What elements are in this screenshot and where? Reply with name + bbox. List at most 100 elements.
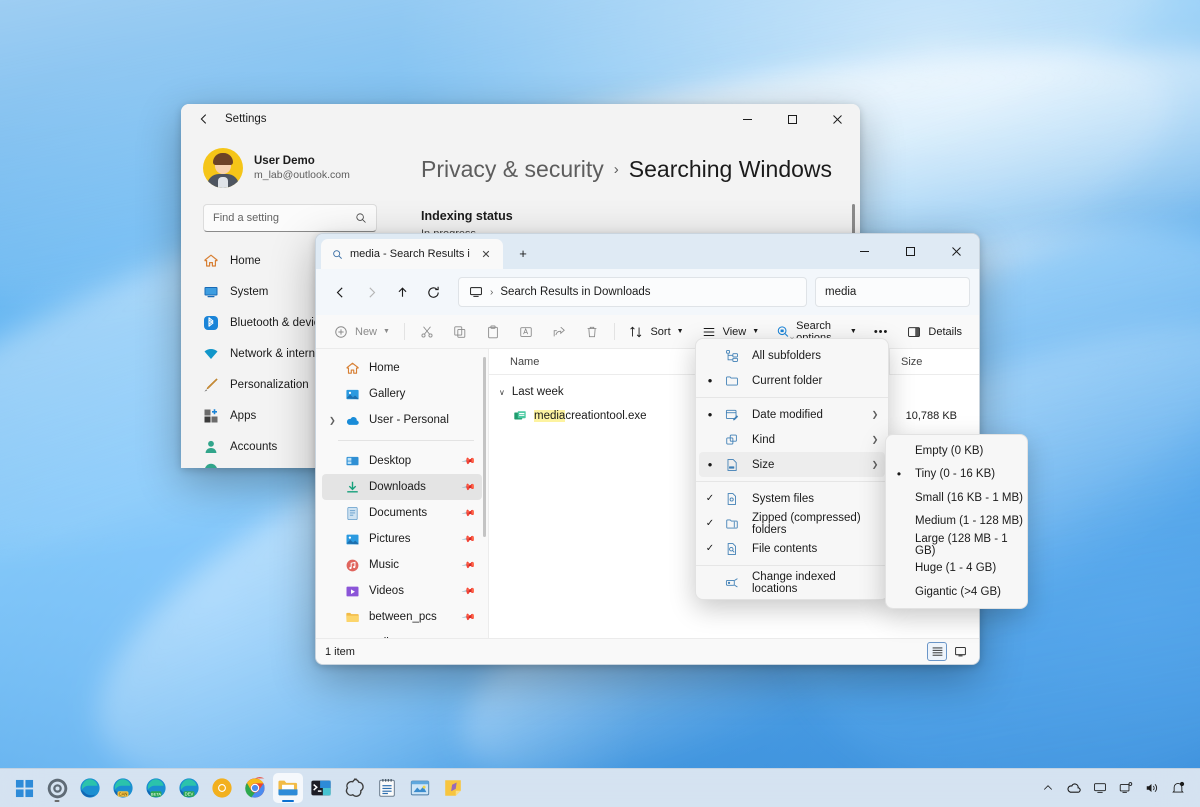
taskbar-chatgpt[interactable] (339, 773, 369, 803)
taskbar-settings-app[interactable] (42, 773, 72, 803)
rename-button[interactable] (510, 318, 542, 346)
sidebar-item-label: System (230, 286, 268, 298)
taskbar-paint[interactable] (405, 773, 435, 803)
taskbar-chrome-browser[interactable] (240, 773, 270, 803)
nav-item-gallery[interactable]: Gallery (322, 381, 482, 407)
taskbar-file-explorer[interactable] (273, 773, 303, 803)
refresh-button[interactable] (418, 277, 448, 307)
menu-item-file-contents[interactable]: ✓ File contents (699, 536, 885, 561)
cut-button[interactable] (411, 318, 443, 346)
chevron-down-icon[interactable]: ∨ (499, 388, 505, 397)
pin-icon[interactable]: 📌 (461, 453, 477, 469)
taskbar-sticky-notes[interactable] (438, 773, 468, 803)
copy-button[interactable] (444, 318, 476, 346)
pin-icon[interactable]: 📌 (461, 505, 477, 521)
minimize-button[interactable] (725, 104, 770, 134)
search-input[interactable] (825, 286, 979, 298)
maximize-button[interactable] (887, 234, 933, 269)
user-profile[interactable]: User Demo m_lab@outlook.com (181, 134, 399, 202)
size-option-huge[interactable]: Huge (1 - 4 GB) (889, 557, 1024, 581)
close-button[interactable] (815, 104, 860, 134)
notifications-tray-icon[interactable] (1166, 775, 1190, 801)
paste-button[interactable] (477, 318, 509, 346)
taskbar-chrome-canary[interactable] (207, 773, 237, 803)
menu-item-size[interactable]: • Size ❯ (699, 452, 885, 477)
details-pane-button[interactable]: Details (898, 318, 970, 346)
nav-item-downloads[interactable]: Downloads 📌 (322, 474, 482, 500)
show-hidden-icons-button[interactable] (1036, 775, 1060, 801)
taskbar-edge-canary[interactable]: CAN (108, 773, 138, 803)
menu-item-system-files[interactable]: ✓ System files (699, 486, 885, 511)
file-size: 10,788 KB (889, 410, 979, 422)
delete-button[interactable] (576, 318, 608, 346)
taskbar-edge-beta[interactable]: BETA (141, 773, 171, 803)
close-button[interactable] (933, 234, 979, 269)
menu-item-current-folder[interactable]: • Current folder (699, 368, 885, 393)
display-tray-icon[interactable] (1114, 775, 1138, 801)
menu-item-date-modified[interactable]: • Date modified ❯ (699, 402, 885, 427)
nav-item-label: wallpapers (369, 637, 424, 638)
nav-item-wallpapers[interactable]: wallpapers 📌 (322, 630, 482, 638)
volume-tray-icon[interactable] (1140, 775, 1164, 801)
address-box[interactable]: › Search Results in Downloads (458, 277, 807, 307)
sort-button[interactable]: Sort ▼ (620, 318, 691, 346)
size-option-gigantic[interactable]: Gigantic (>4 GB) (889, 580, 1024, 604)
find-a-setting-box[interactable] (203, 204, 377, 232)
taskbar: CAN BETA DEV (0, 768, 1200, 807)
menu-item-kind[interactable]: Kind ❯ (699, 427, 885, 452)
home-icon (344, 360, 360, 376)
nav-item-home[interactable]: Home (322, 355, 482, 381)
taskbar-edge-dev[interactable]: DEV (174, 773, 204, 803)
back-button[interactable] (325, 277, 355, 307)
menu-item-change-indexed-locations[interactable]: Change indexed locations (699, 570, 885, 595)
menu-separator (696, 565, 888, 566)
maximize-button[interactable] (770, 104, 815, 134)
pin-icon[interactable]: 📌 (461, 557, 477, 573)
forward-button[interactable] (356, 277, 386, 307)
size-option-empty[interactable]: Empty (0 KB) (889, 439, 1024, 463)
size-option-small[interactable]: Small (16 KB - 1 MB) (889, 486, 1024, 510)
menu-item-zipped-folders[interactable]: ✓ Zipped (compressed) folders (699, 511, 885, 536)
chevron-right-icon[interactable]: ❯ (329, 416, 336, 425)
menu-item-all-subfolders[interactable]: All subfolders (699, 343, 885, 368)
new-button[interactable]: New ▼ (325, 318, 398, 346)
taskbar-terminal[interactable] (306, 773, 336, 803)
tiles-view-button[interactable] (950, 642, 970, 661)
nav-item-documents[interactable]: Documents 📌 (322, 500, 482, 526)
up-button[interactable] (387, 277, 417, 307)
pin-icon[interactable]: 📌 (461, 609, 477, 625)
close-icon[interactable]: ✕ (477, 245, 495, 263)
this-pc-icon[interactable] (469, 285, 483, 299)
onedrive-tray-icon[interactable] (1062, 775, 1086, 801)
size-option-tiny[interactable]: • Tiny (0 - 16 KB) (889, 463, 1024, 487)
settings-back-button[interactable] (189, 106, 219, 132)
size-option-medium[interactable]: Medium (1 - 128 MB) (889, 510, 1024, 534)
size-option-large[interactable]: Large (128 MB - 1 GB) (889, 533, 1024, 557)
new-tab-button[interactable]: + (509, 239, 537, 267)
nav-item-user-personal[interactable]: ❯ User - Personal (322, 407, 482, 433)
pin-icon[interactable]: 📌 (461, 531, 477, 547)
nav-item-between-pcs[interactable]: between_pcs 📌 (322, 604, 482, 630)
nav-item-desktop[interactable]: Desktop 📌 (322, 448, 482, 474)
search-icon[interactable] (979, 286, 980, 298)
taskbar-edge-browser[interactable] (75, 773, 105, 803)
breadcrumb-parent[interactable]: Privacy & security (421, 156, 604, 183)
pin-icon[interactable]: 📌 (461, 635, 477, 638)
start-button[interactable] (9, 773, 39, 803)
network-tray-icon[interactable] (1088, 775, 1112, 801)
pin-icon[interactable]: 📌 (461, 583, 477, 599)
minimize-button[interactable] (841, 234, 887, 269)
taskbar-notepad[interactable] (372, 773, 402, 803)
explorer-search-box[interactable] (815, 277, 970, 307)
details-view-button[interactable] (927, 642, 947, 661)
explorer-tab[interactable]: media - Search Results in Dow ✕ (321, 239, 503, 269)
search-input[interactable] (213, 212, 355, 224)
nav-item-music[interactable]: Music 📌 (322, 552, 482, 578)
column-header-size[interactable]: Size (889, 349, 979, 374)
pin-icon[interactable]: 📌 (461, 479, 477, 495)
nav-item-pictures[interactable]: Pictures 📌 (322, 526, 482, 552)
nav-pane-scrollbar[interactable] (483, 357, 486, 537)
nav-item-videos[interactable]: Videos 📌 (322, 578, 482, 604)
address-crumb[interactable]: Search Results in Downloads (500, 286, 650, 298)
share-button[interactable] (543, 318, 575, 346)
